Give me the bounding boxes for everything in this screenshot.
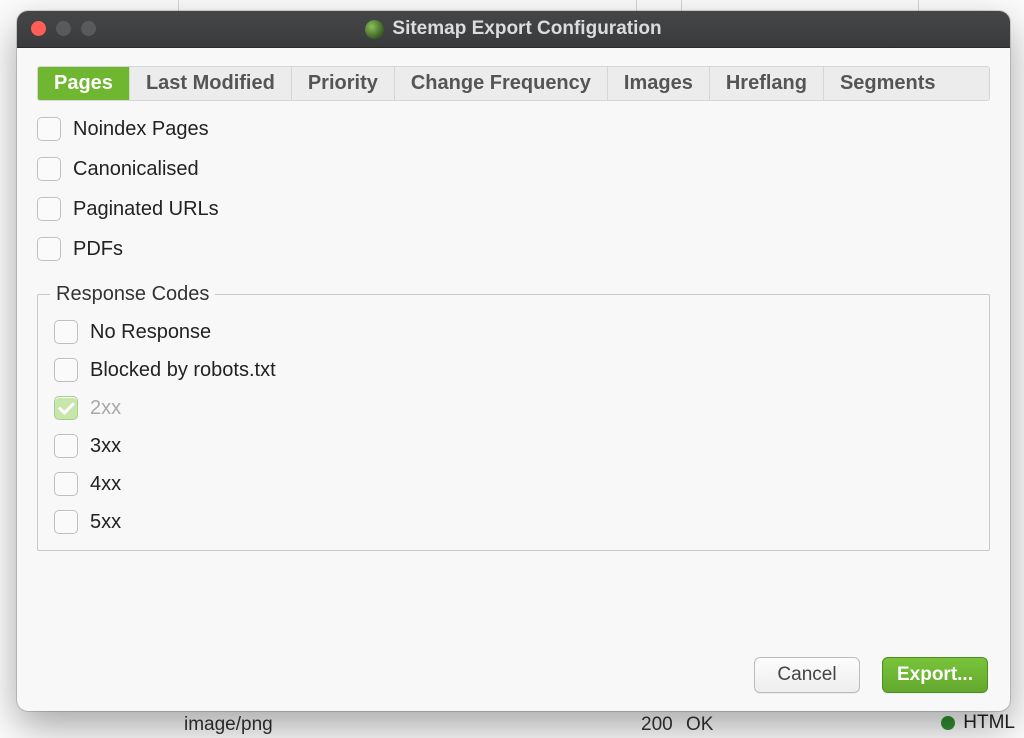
label-blocked-robots: Blocked by robots.txt: [90, 359, 276, 382]
dialog-titlebar[interactable]: Sitemap Export Configuration: [17, 11, 1010, 48]
label-4xx: 4xx: [90, 473, 121, 496]
app-icon: [365, 20, 384, 39]
tab-pages[interactable]: Pages: [38, 67, 130, 100]
checkbox-no-response[interactable]: [54, 320, 78, 344]
checkbox-canonicalised[interactable]: [37, 157, 61, 181]
checkbox-3xx[interactable]: [54, 434, 78, 458]
label-pdfs: PDFs: [73, 238, 123, 261]
label-canonicalised: Canonicalised: [73, 158, 199, 181]
tab-change-frequency[interactable]: Change Frequency: [395, 67, 608, 100]
window-close-icon[interactable]: [31, 21, 46, 36]
checkbox-5xx[interactable]: [54, 510, 78, 534]
status-dot-icon: [941, 716, 955, 730]
bg-cell-status-text: OK: [686, 714, 713, 736]
window-zoom-icon[interactable]: [81, 21, 96, 36]
export-button[interactable]: Export...: [882, 657, 988, 693]
checkbox-2xx: [54, 396, 78, 420]
bg-cell-content-type: image/png: [184, 714, 273, 736]
tab-bar: Pages Last Modified Priority Change Freq…: [37, 66, 990, 101]
checkbox-blocked-robots[interactable]: [54, 358, 78, 382]
bg-status-badge: HTML: [941, 712, 1015, 734]
label-2xx: 2xx: [90, 397, 121, 420]
tab-images[interactable]: Images: [608, 67, 710, 100]
dialog-title: Sitemap Export Configuration: [392, 18, 661, 40]
response-codes-group: Response Codes No Response Blocked by ro…: [37, 283, 990, 551]
checkbox-pdfs[interactable]: [37, 237, 61, 261]
label-5xx: 5xx: [90, 511, 121, 534]
label-paginated: Paginated URLs: [73, 198, 219, 221]
checkbox-paginated[interactable]: [37, 197, 61, 221]
sitemap-export-dialog: Sitemap Export Configuration Pages Last …: [17, 11, 1010, 711]
window-minimize-icon[interactable]: [56, 21, 71, 36]
cancel-button[interactable]: Cancel: [754, 657, 860, 693]
label-3xx: 3xx: [90, 435, 121, 458]
label-no-response: No Response: [90, 321, 211, 344]
tab-last-modified[interactable]: Last Modified: [130, 67, 292, 100]
label-noindex: Noindex Pages: [73, 118, 209, 141]
tab-segments[interactable]: Segments: [824, 67, 989, 100]
bg-cell-status-code: 200: [641, 714, 673, 736]
tab-priority[interactable]: Priority: [292, 67, 395, 100]
checkbox-noindex[interactable]: [37, 117, 61, 141]
bg-status-label: HTML: [963, 712, 1015, 734]
checkbox-4xx[interactable]: [54, 472, 78, 496]
response-codes-legend: Response Codes: [50, 283, 215, 306]
tab-hreflang[interactable]: Hreflang: [710, 67, 824, 100]
